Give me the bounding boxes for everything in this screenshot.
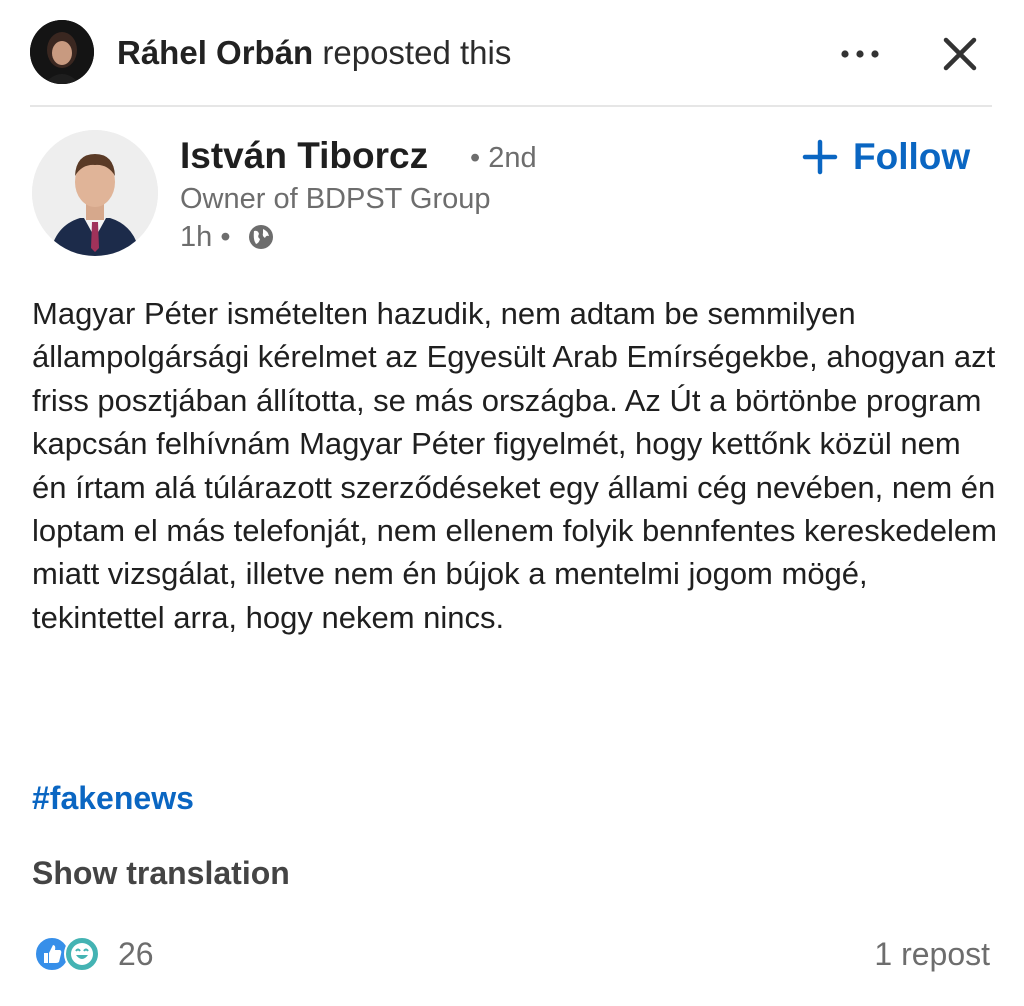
reaction-count: 26 [118,936,154,972]
close-button[interactable] [938,32,982,76]
show-translation-button[interactable]: Show translation [32,851,290,895]
connection-degree: • 2nd [470,142,537,174]
follow-label: Follow [853,136,971,177]
follow-button[interactable]: Follow [802,132,984,182]
hashtag-link[interactable]: #fakenews [32,776,194,820]
post-timestamp: 1h • [180,221,231,253]
funny-icon [64,936,100,972]
repost-count[interactable]: 1 repost [874,932,990,976]
more-options-button[interactable] [835,34,885,74]
globe-icon [249,225,273,249]
plus-icon [802,139,838,175]
post-text: Magyar Péter ismételten hazudik, nem adt… [32,296,997,635]
author-photo-icon [32,130,158,256]
ellipsis-icon [841,50,879,58]
author-avatar[interactable] [32,130,158,256]
reposter-name[interactable]: Ráhel Orbán [117,34,313,71]
header-divider [30,105,992,107]
close-icon [943,37,977,71]
author-name[interactable]: István Tiborcz [180,134,428,178]
repost-caption: Ráhel Orbán reposted this [117,34,511,72]
repost-action-text: reposted this [313,34,512,71]
repost-header: Ráhel Orbán reposted this [30,20,992,86]
author-headline: Owner of BDPST Group [180,183,491,215]
reposter-photo-icon [30,20,94,84]
reposter-avatar[interactable] [30,20,94,84]
